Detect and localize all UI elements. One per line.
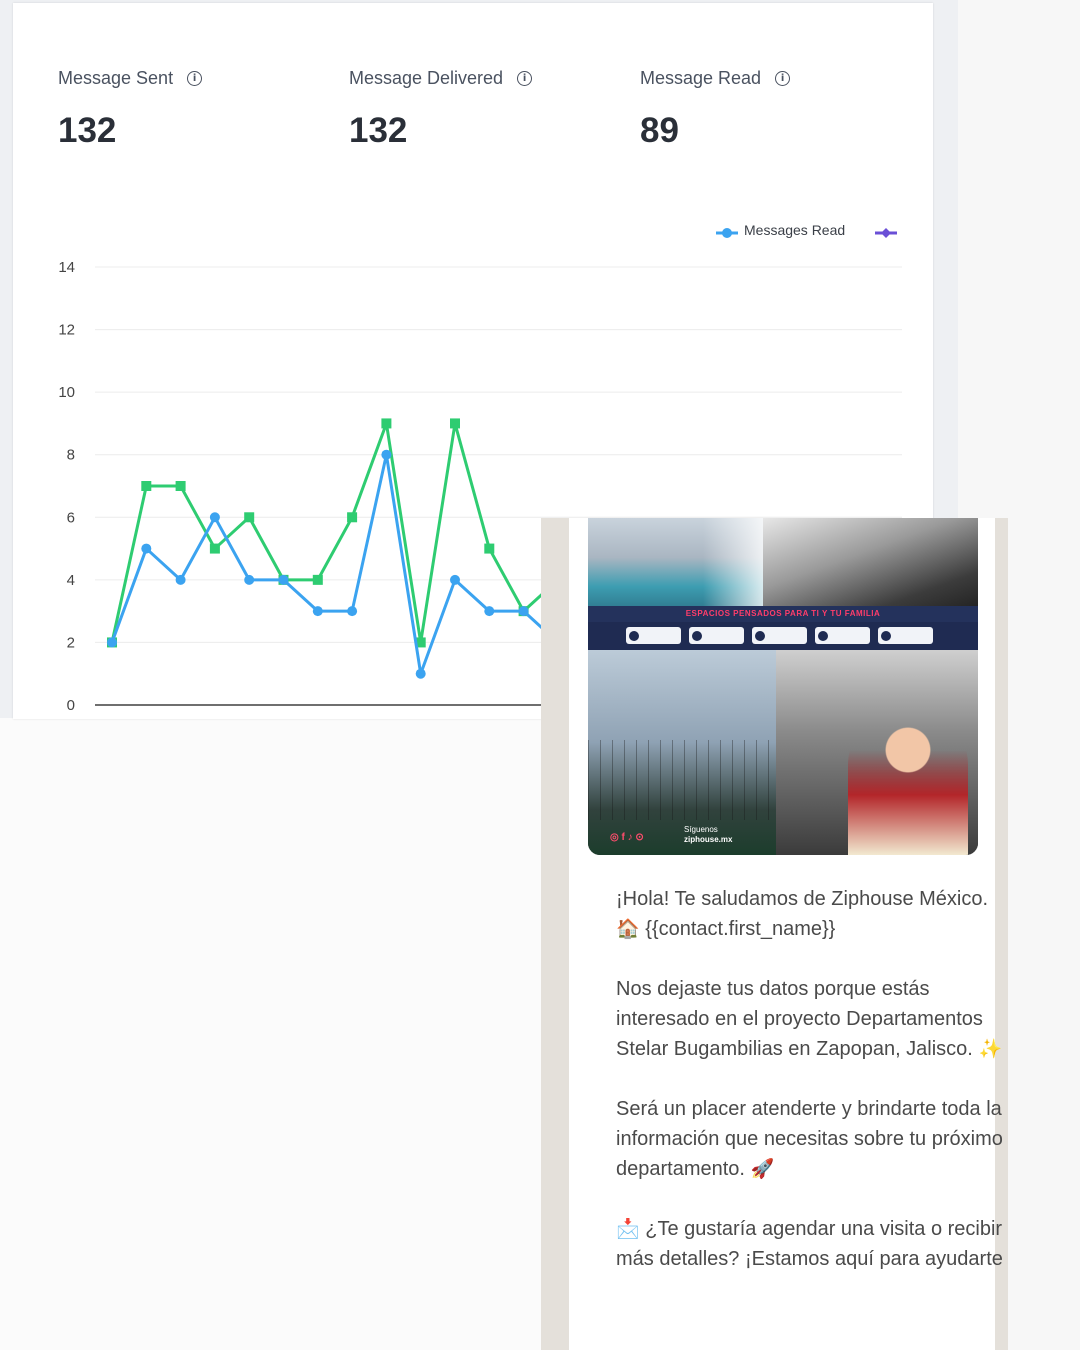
house-icon: 🏠 bbox=[616, 918, 640, 940]
follow-text: Síguenos ziphouse.mx bbox=[684, 825, 733, 844]
data-point bbox=[347, 512, 358, 523]
amenity-icons bbox=[588, 622, 978, 650]
check-icon bbox=[689, 627, 744, 644]
y-tick-label: 14 bbox=[58, 259, 75, 276]
promo-band: ESPACIOS PENSADOS PARA TI Y TU FAMILIA bbox=[588, 606, 978, 622]
data-point bbox=[312, 606, 323, 617]
message-bubble: ESPACIOS PENSADOS PARA TI Y TU FAMILIA ◎… bbox=[569, 518, 1003, 1350]
family-photo bbox=[848, 705, 968, 855]
check-icon bbox=[878, 627, 933, 644]
message-text: ¡Hola! Te saludamos de Ziphouse México. … bbox=[616, 884, 1008, 1274]
data-point bbox=[484, 606, 495, 617]
message-paragraph: 📩 ¿Te gustaría agendar una visita o reci… bbox=[616, 1218, 1003, 1270]
pool-photo bbox=[588, 518, 763, 616]
data-point bbox=[175, 481, 186, 491]
data-point bbox=[107, 637, 117, 648]
data-point bbox=[244, 574, 255, 585]
social-icons: ◎ f ♪ ⊙ bbox=[610, 832, 644, 843]
sparkles-icon: ✨ bbox=[978, 1038, 1003, 1060]
legend-marker bbox=[722, 228, 732, 238]
data-point bbox=[209, 543, 220, 554]
data-point bbox=[244, 512, 255, 523]
data-point bbox=[175, 574, 186, 585]
y-tick-label: 8 bbox=[67, 447, 75, 464]
y-tick-label: 6 bbox=[67, 509, 75, 526]
data-point bbox=[484, 543, 495, 554]
y-tick-label: 4 bbox=[67, 572, 75, 589]
rocket-icon: 🚀 bbox=[750, 1158, 775, 1180]
template-variable: {{contact.first_name}} bbox=[645, 918, 836, 940]
data-point bbox=[347, 606, 358, 617]
check-icon bbox=[815, 627, 870, 644]
whatsapp-chat-background: ESPACIOS PENSADOS PARA TI Y TU FAMILIA ◎… bbox=[541, 518, 1008, 1350]
y-tick-label: 0 bbox=[67, 697, 75, 714]
check-icon bbox=[752, 627, 807, 644]
data-point bbox=[141, 543, 152, 554]
cinema-photo bbox=[776, 650, 978, 855]
data-point bbox=[141, 481, 152, 491]
data-point bbox=[415, 668, 426, 679]
data-point bbox=[312, 574, 323, 585]
message-paragraph: Será un placer atenderte y brindarte tod… bbox=[616, 1098, 1003, 1180]
legend-marker bbox=[881, 228, 891, 238]
data-point bbox=[278, 574, 289, 585]
data-point bbox=[209, 512, 220, 523]
envelope-icon: 📩 bbox=[616, 1218, 640, 1240]
check-icon bbox=[626, 627, 681, 644]
message-paragraph: ¡Hola! Te saludamos de Ziphouse México. … bbox=[616, 888, 989, 940]
terrace-photo bbox=[763, 518, 978, 616]
message-paragraph: Nos dejaste tus datos porque estás inter… bbox=[616, 978, 1003, 1060]
y-tick-label: 2 bbox=[67, 634, 75, 651]
court-photo: ◎ f ♪ ⊙ Síguenos ziphouse.mx bbox=[588, 650, 776, 855]
data-point bbox=[381, 449, 392, 460]
data-point bbox=[381, 418, 392, 429]
data-point bbox=[450, 418, 460, 429]
data-point bbox=[450, 574, 460, 585]
data-point bbox=[518, 606, 529, 617]
legend-label: Messages Read bbox=[744, 222, 845, 238]
promo-image[interactable]: ESPACIOS PENSADOS PARA TI Y TU FAMILIA ◎… bbox=[588, 518, 978, 855]
y-tick-label: 12 bbox=[58, 322, 75, 339]
y-tick-label: 10 bbox=[58, 384, 75, 401]
